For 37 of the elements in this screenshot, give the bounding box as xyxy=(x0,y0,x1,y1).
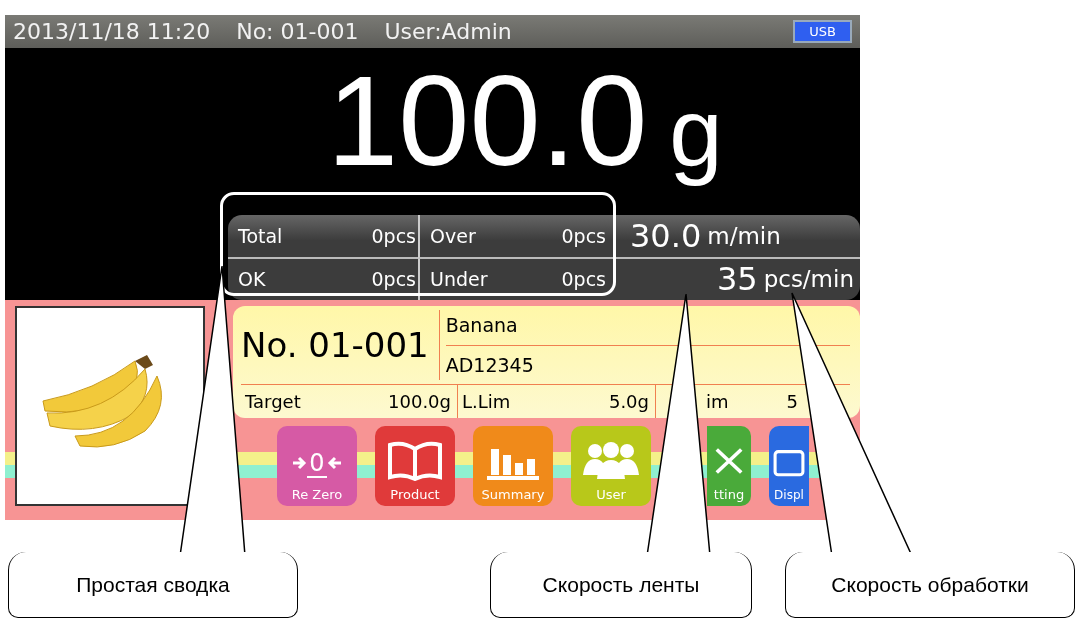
usb-badge: USB xyxy=(793,20,852,43)
callout-text: Простая сводка xyxy=(76,572,230,597)
count-value: 0pcs xyxy=(561,268,606,291)
setting-button[interactable]: tting xyxy=(707,426,751,506)
summary-button[interactable]: Summary xyxy=(473,426,553,506)
product-number: No: 01-001 xyxy=(236,19,359,44)
count-value: 0pcs xyxy=(561,224,606,247)
count-value: 0pcs xyxy=(371,224,416,247)
rate-value: 35 xyxy=(716,260,758,299)
rate-unit: pcs/min xyxy=(763,266,854,293)
user-name: User:Admin xyxy=(384,19,512,44)
weight-unit: g xyxy=(669,79,723,186)
count-label: Total xyxy=(238,224,283,247)
count-label: Over xyxy=(430,224,476,247)
weight-value: 100.0 xyxy=(327,57,648,186)
field-value: 5 xyxy=(786,391,798,412)
callout-text: Скорость ленты xyxy=(542,572,700,597)
belt-speed-unit: m/min xyxy=(707,222,781,249)
field-value: 100.0g xyxy=(388,391,451,412)
belt-speed-value: 30.0 xyxy=(630,216,702,255)
field-value: 5.0g xyxy=(608,391,649,412)
product-button[interactable]: Product xyxy=(375,426,455,506)
callout-text: Скорость обработки xyxy=(831,572,1029,597)
count-value: 0pcs xyxy=(371,268,416,291)
count-label: OK xyxy=(238,268,266,291)
count-label: Under xyxy=(430,268,488,291)
date-time: 2013/11/18 11:20 xyxy=(13,19,211,44)
product-number-large: No. 01-001 xyxy=(241,310,440,380)
field-label: L.Lim xyxy=(462,391,511,412)
field-label: im xyxy=(706,391,729,412)
display-button[interactable]: Displ xyxy=(769,426,809,506)
user-button[interactable]: User xyxy=(571,426,651,506)
rezero-button[interactable]: 0 Re Zero xyxy=(277,426,357,506)
product-code: AD12345 xyxy=(445,352,535,378)
users-icon xyxy=(581,441,641,481)
book-icon xyxy=(387,441,443,481)
field-label: Target xyxy=(245,391,301,412)
